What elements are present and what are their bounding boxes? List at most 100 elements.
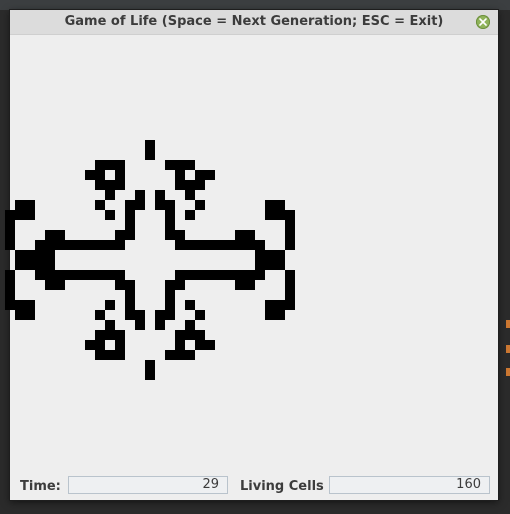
living-cell	[105, 330, 115, 340]
close-icon	[479, 18, 487, 26]
living-cell	[25, 300, 35, 310]
living-cell	[165, 300, 175, 310]
living-cell	[185, 320, 195, 330]
code-fragment	[506, 368, 510, 376]
living-cell	[15, 250, 25, 260]
time-field: 29	[68, 476, 228, 494]
living-cell	[15, 260, 25, 270]
living-cell	[65, 240, 75, 250]
living-cell	[195, 240, 205, 250]
living-cell	[125, 230, 135, 240]
living-cell	[285, 280, 295, 290]
living-cell	[25, 310, 35, 320]
living-cell	[135, 190, 145, 200]
living-cell	[25, 200, 35, 210]
living-cell	[95, 330, 105, 340]
window-title: Game of Life (Space = Next Generation; E…	[64, 14, 444, 29]
living-cell	[195, 270, 205, 280]
title-bar[interactable]: Game of Life (Space = Next Generation; E…	[10, 10, 498, 35]
living-cell	[155, 190, 165, 200]
ide-code-fragments	[504, 310, 510, 450]
living-cell	[15, 210, 25, 220]
living-cell	[5, 270, 15, 280]
living-cell	[85, 240, 95, 250]
living-cell	[165, 220, 175, 230]
living-cell	[255, 270, 265, 280]
living-cell	[255, 260, 265, 270]
living-cell	[105, 190, 115, 200]
living-cell	[115, 160, 125, 170]
living-cell	[5, 300, 15, 310]
living-cell	[245, 270, 255, 280]
living-cell	[285, 220, 295, 230]
living-cell	[275, 300, 285, 310]
living-cell	[95, 170, 105, 180]
living-cell	[125, 310, 135, 320]
living-cell	[125, 200, 135, 210]
living-cell	[5, 230, 15, 240]
living-cell	[195, 340, 205, 350]
living-cell	[5, 220, 15, 230]
living-cell	[185, 190, 195, 200]
living-cell	[85, 270, 95, 280]
living-cell	[25, 250, 35, 260]
living-cell	[25, 260, 35, 270]
time-label: Time:	[20, 479, 61, 494]
living-cell	[55, 240, 65, 250]
living-cell	[125, 280, 135, 290]
living-cell	[75, 240, 85, 250]
living-cell	[205, 270, 215, 280]
living-cell	[125, 220, 135, 230]
living-cell	[185, 180, 195, 190]
living-cell	[115, 330, 125, 340]
living-cell	[85, 170, 95, 180]
living-cell	[95, 200, 105, 210]
living-cell	[185, 330, 195, 340]
living-cell	[185, 160, 195, 170]
living-cell	[265, 310, 275, 320]
living-cell	[15, 300, 25, 310]
living-cell	[105, 350, 115, 360]
living-cell	[25, 210, 35, 220]
living-cell	[265, 260, 275, 270]
living-cell	[135, 310, 145, 320]
living-cell	[35, 240, 45, 250]
living-cell	[55, 280, 65, 290]
living-cell	[265, 300, 275, 310]
living-cell	[175, 340, 185, 350]
living-cell	[175, 270, 185, 280]
living-cell	[95, 240, 105, 250]
living-cell	[235, 280, 245, 290]
living-cell	[5, 280, 15, 290]
living-cell	[105, 240, 115, 250]
living-cell	[125, 210, 135, 220]
living-cell	[55, 270, 65, 280]
living-cell	[155, 310, 165, 320]
living-cell	[235, 270, 245, 280]
status-bar: Time: 29 Living Cells 160	[10, 475, 498, 500]
living-cell	[285, 300, 295, 310]
living-cell	[145, 370, 155, 380]
living-cell	[115, 180, 125, 190]
living-cells-field: 160	[329, 476, 490, 494]
living-cell	[135, 320, 145, 330]
living-cell	[155, 200, 165, 210]
living-cell	[185, 210, 195, 220]
game-board[interactable]	[5, 35, 498, 475]
living-cell	[185, 350, 195, 360]
living-cell	[5, 290, 15, 300]
living-cell	[275, 250, 285, 260]
living-cell	[195, 180, 205, 190]
living-cell	[115, 340, 125, 350]
living-cell	[175, 230, 185, 240]
living-cell	[15, 200, 25, 210]
close-button[interactable]	[476, 15, 490, 29]
living-cell	[165, 280, 175, 290]
living-cell	[205, 240, 215, 250]
living-cell	[45, 230, 55, 240]
living-cell	[275, 260, 285, 270]
living-cell	[245, 230, 255, 240]
living-cell	[45, 260, 55, 270]
living-cell	[165, 230, 175, 240]
living-cell	[245, 240, 255, 250]
